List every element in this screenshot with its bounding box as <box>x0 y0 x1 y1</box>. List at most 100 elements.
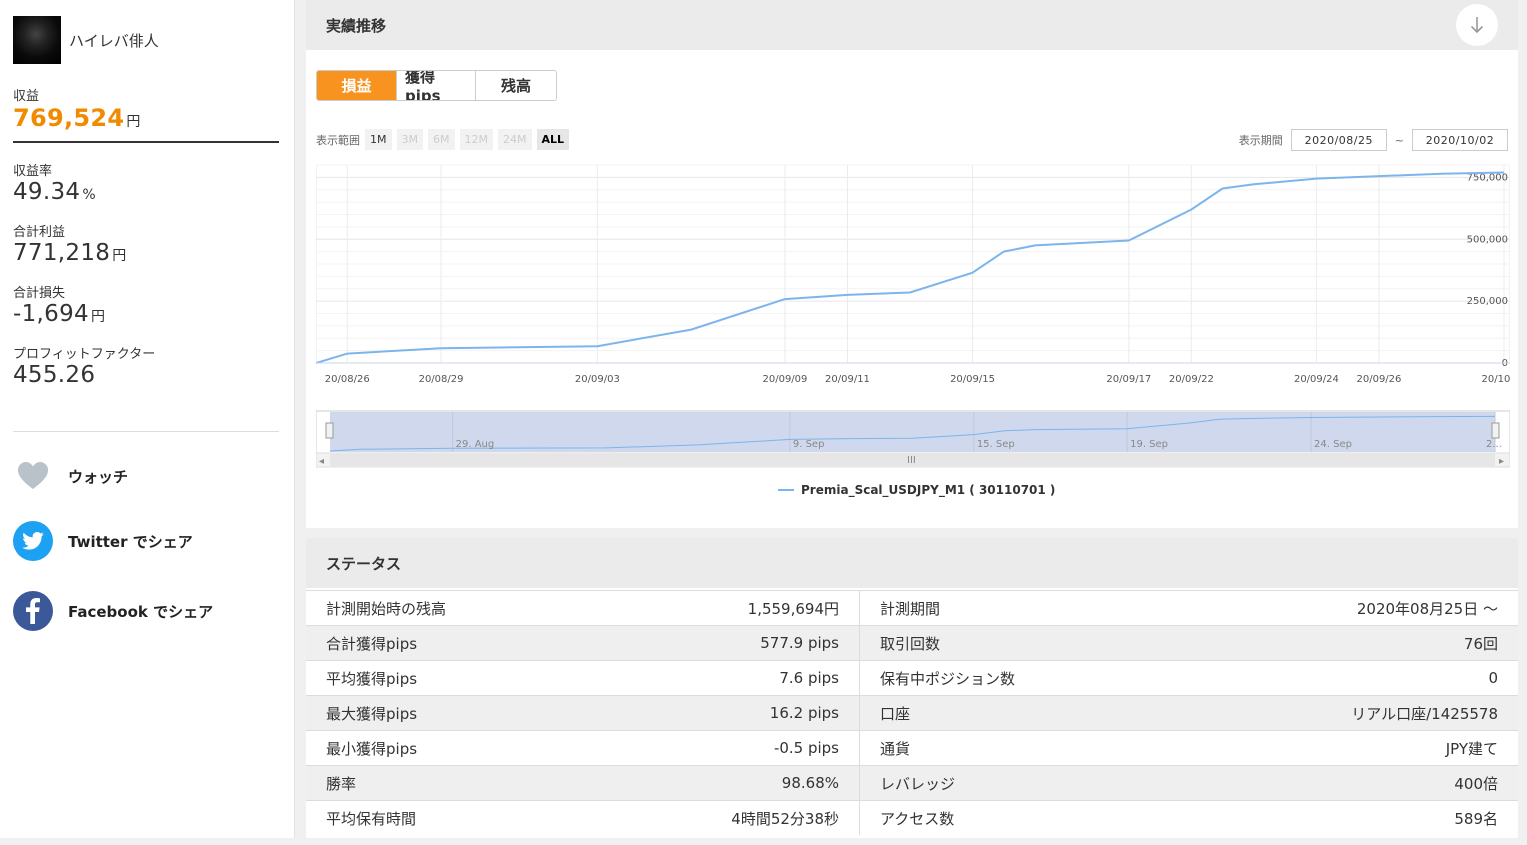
status-panel: ステータス 計測開始時の残高 1,559,694円 計測期間 2020年08月25日 … <box>306 538 1518 838</box>
stat-label: 合計損失 <box>13 286 66 301</box>
status-value: 16.2 pips <box>769 704 839 722</box>
status-value: 2020年08月25日 ～ <box>1356 599 1498 618</box>
y-tick-label: 500,000 <box>1467 234 1508 245</box>
stat-value: 49.34 <box>13 179 81 205</box>
sidebar-divider <box>13 431 279 432</box>
status-header: ステータス <box>306 538 1518 588</box>
status-label: 取引回数 <box>880 634 941 653</box>
stat-value: -1,694 <box>13 301 89 327</box>
status-label: アクセス数 <box>880 809 955 828</box>
avatar[interactable] <box>13 16 61 64</box>
x-tick-label: 20/09/03 <box>575 374 620 385</box>
range-selector: 表示範囲 1M 3M 6M 12M 24M ALL <box>316 129 570 150</box>
performance-title: 実績推移 <box>326 16 387 35</box>
twitter-share-label: Twitter でシェア <box>68 532 193 551</box>
x-tick-label: 20/08/29 <box>419 374 464 385</box>
status-cell-left: 最小獲得pips -0.5 pips <box>306 731 860 765</box>
status-label: 平均獲得pips <box>326 669 418 688</box>
x-axis-labels: 20/08/26 20/08/29 20/09/03 20/09/09 20/09/11… <box>325 374 1510 385</box>
status-row: 勝率 98.68% レバレッジ 400倍 <box>306 765 1518 800</box>
twitter-icon <box>13 521 53 561</box>
status-value: 589名 <box>1454 809 1498 828</box>
x-tick-label: 20/09/26 <box>1356 374 1401 385</box>
x-tick-label: 20/08/26 <box>325 374 370 385</box>
status-value: -0.5 pips <box>773 739 839 757</box>
range-all-button[interactable]: ALL <box>536 129 570 150</box>
facebook-share-button[interactable]: Facebook でシェア <box>13 591 213 631</box>
download-icon <box>1470 17 1484 34</box>
username[interactable]: ハイレバ俳人 <box>69 30 159 51</box>
status-row: 平均獲得pips 7.6 pips 保有中ポジション数 0 <box>306 660 1518 695</box>
status-label: レバレッジ <box>880 774 956 793</box>
scroll-right-arrow-icon[interactable]: ▸ <box>1499 456 1504 467</box>
status-value: 7.6 pips <box>779 669 839 687</box>
navigator-label: 24. Sep <box>1314 439 1352 450</box>
profit-underline <box>13 141 279 143</box>
sidebar: ハイレバ俳人 収益 769,524 円 収益率 49.34% 合計利益 771,2… <box>0 0 295 838</box>
stat-total-gain: 合計利益 771,218 円 <box>13 221 126 266</box>
navigator-handle-left[interactable] <box>325 422 334 439</box>
scrollbar-grip-icon: III <box>907 455 916 466</box>
status-label: 最大獲得pips <box>326 704 418 723</box>
y-tick-label: 250,000 <box>1467 296 1508 307</box>
chart-legend[interactable]: Premia_Scal_USDJPY_M1 ( 30110701 ) <box>778 483 1055 498</box>
period-to-input[interactable]: 2020/10/02 <box>1412 129 1508 151</box>
status-value: JPY建て <box>1445 739 1498 758</box>
range-6m-button: 6M <box>428 129 455 150</box>
status-value: 400倍 <box>1454 774 1498 793</box>
facebook-share-label: Facebook でシェア <box>68 602 214 621</box>
status-value: リアル口座/1425578 <box>1351 704 1498 723</box>
tab-profit[interactable]: 損益 <box>317 71 397 100</box>
status-label: 最小獲得pips <box>326 739 418 758</box>
chart-grid <box>316 164 1510 364</box>
page: ハイレバ俳人 収益 769,524 円 収益率 49.34% 合計利益 771,2… <box>0 0 1527 845</box>
status-cell-left: 最大獲得pips 16.2 pips <box>306 696 860 730</box>
navigator: ◂ ▸ III 29. Aug 9. Sep 15. Sep 19. Sep 24. S… <box>316 410 1510 468</box>
performance-header: 実績推移 <box>306 0 1518 50</box>
range-1m-button[interactable]: 1M <box>365 129 392 150</box>
status-value: 577.9 pips <box>760 634 839 652</box>
status-label: 口座 <box>880 704 911 723</box>
twitter-share-button[interactable]: Twitter でシェア <box>13 521 193 561</box>
scroll-left-arrow-icon[interactable]: ◂ <box>319 456 324 467</box>
status-cell-right: 保有中ポジション数 0 <box>860 661 1518 695</box>
facebook-icon <box>13 591 53 631</box>
stat-label: 合計利益 <box>13 225 66 240</box>
status-cell-left: 合計獲得pips 577.9 pips <box>306 626 860 660</box>
status-value: 76回 <box>1463 634 1498 653</box>
navigator-handle-right[interactable] <box>1491 422 1500 439</box>
stat-label: プロフィットファクター <box>13 347 156 362</box>
stat-unit: 円 <box>90 309 105 325</box>
navigator-label: 9. Sep <box>793 439 825 450</box>
stat-label: 収益率 <box>13 164 53 179</box>
status-cell-right: 口座 リアル口座/1425578 <box>860 696 1518 730</box>
range-12m-button: 12M <box>459 129 493 150</box>
status-value: 4時間52分38秒 <box>731 809 839 828</box>
period-label: 表示期間 <box>1238 134 1283 147</box>
stat-label: 収益 <box>13 89 40 104</box>
performance-panel: 実績推移 損益 獲得pips 残高 表示範囲 1M 3M 6M 12M 24M … <box>306 0 1518 528</box>
legend-label: Premia_Scal_USDJPY_M1 ( 30110701 ) <box>801 483 1055 498</box>
period-tilde: ~ <box>1394 133 1404 147</box>
download-button[interactable] <box>1456 4 1498 46</box>
status-row: 最大獲得pips 16.2 pips 口座 リアル口座/1425578 <box>306 695 1518 730</box>
period-from-input[interactable]: 2020/08/25 <box>1290 129 1387 151</box>
status-cell-left: 計測開始時の残高 1,559,694円 <box>306 591 860 625</box>
profile[interactable]: ハイレバ俳人 <box>13 16 159 64</box>
status-value: 0 <box>1488 669 1498 687</box>
status-cell-right: レバレッジ 400倍 <box>860 766 1518 800</box>
tab-balance[interactable]: 残高 <box>476 71 556 100</box>
watch-button[interactable]: ウォッチ <box>13 456 128 496</box>
navigator-label: 2... <box>1486 439 1502 450</box>
x-tick-label: 20/09/09 <box>762 374 807 385</box>
range-label: 表示範囲 <box>316 133 360 147</box>
chart-tabs: 損益 獲得pips 残高 <box>316 70 557 101</box>
performance-chart: 0250,000500,000750,000 20/08/2620/08/292… <box>316 164 1510 498</box>
status-label: 合計獲得pips <box>326 634 418 653</box>
tab-pips[interactable]: 獲得pips <box>397 71 476 100</box>
x-tick-label: 20/09/24 <box>1294 374 1339 385</box>
status-cell-right: 計測期間 2020年08月25日 ～ <box>860 591 1518 625</box>
x-tick-label: 20/09/22 <box>1169 374 1214 385</box>
status-label: 計測開始時の残高 <box>326 599 447 618</box>
navigator-label: 19. Sep <box>1130 439 1168 450</box>
